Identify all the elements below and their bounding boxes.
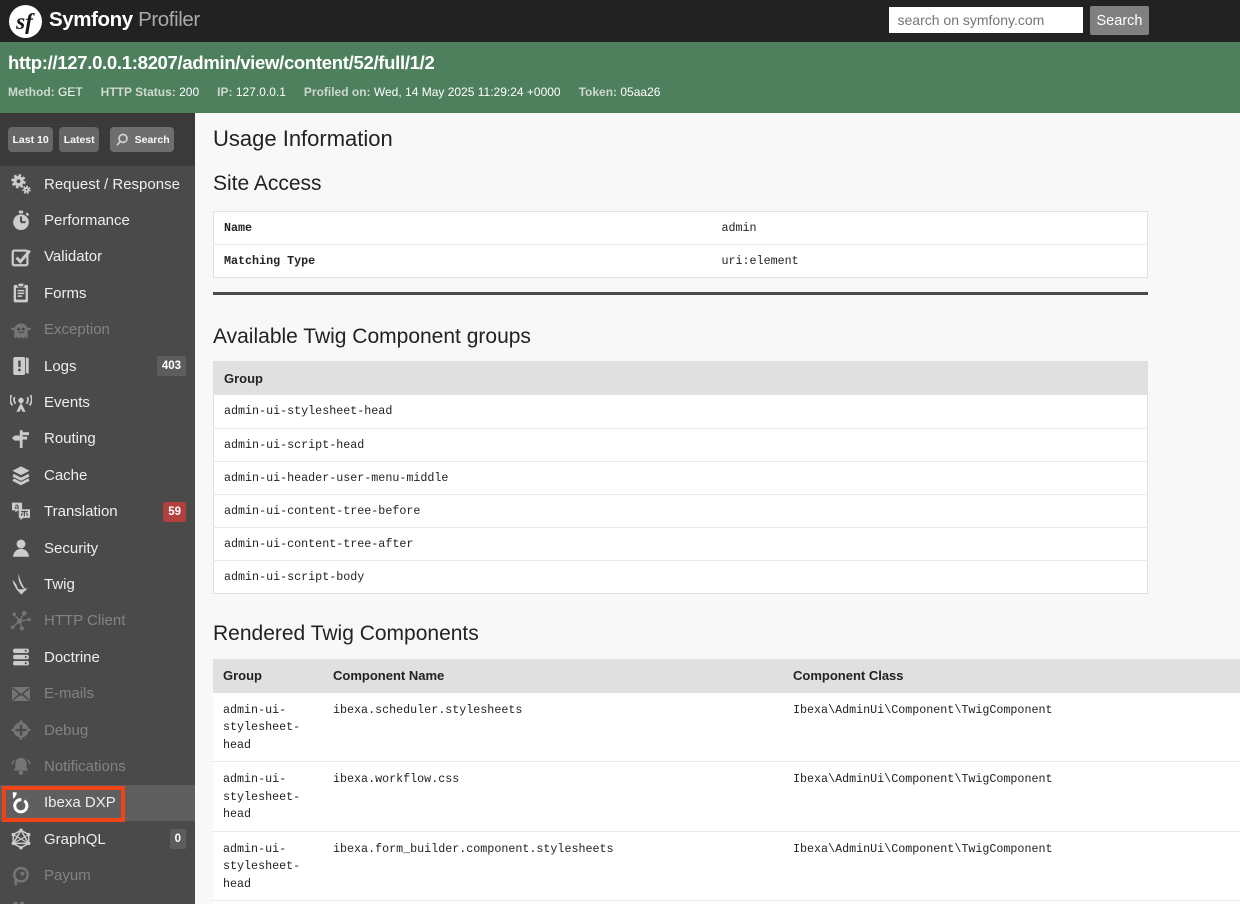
svg-text:sf: sf (15, 9, 35, 35)
